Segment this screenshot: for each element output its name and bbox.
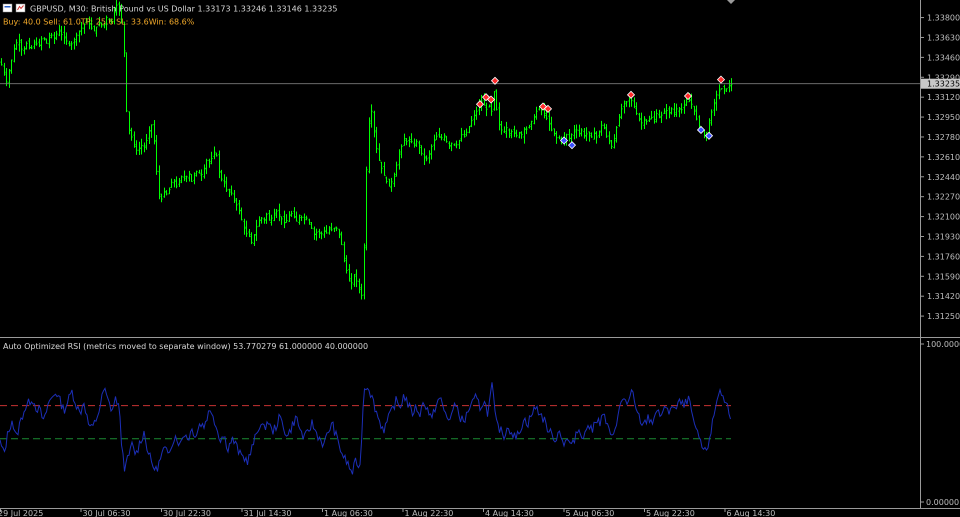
chart-menu-icon[interactable] xyxy=(2,3,13,13)
symbol-header: GBPUSD, M30: British Pound vs US Dollar … xyxy=(2,3,337,14)
time-axis: 29 Jul 2025 30 Jul 06:30 30 Jul 22:30 31 Ju… xyxy=(0,508,775,517)
chart-window[interactable]: GBPUSD, M30: British Pound vs US Dollar … xyxy=(0,0,960,517)
time-tick-label: 29 Jul 2025 xyxy=(0,509,43,517)
price-tick-label: 1.31930 xyxy=(927,232,960,241)
time-tick-label: 30 Jul 06:30 xyxy=(83,509,131,517)
price-tick-label: 1.31590 xyxy=(927,272,960,281)
price-tick-label: 1.31760 xyxy=(927,252,960,261)
current-price-value: 1.33235 xyxy=(927,80,960,89)
indicator-axis: 100.00000 0.00000 xyxy=(920,340,960,507)
price-axis: 1.338001.336301.334601.332901.331201.329… xyxy=(920,14,960,321)
price-tick-label: 1.32100 xyxy=(927,213,960,222)
price-tick-label: 1.32780 xyxy=(927,133,960,142)
price-tick-label: 1.32270 xyxy=(927,193,960,202)
price-tick-label: 1.31250 xyxy=(927,312,960,321)
price-panel[interactable] xyxy=(0,0,920,336)
time-tick-label: 5 Aug 22:30 xyxy=(646,509,695,517)
time-tick-label: 30 Jul 22:30 xyxy=(163,509,211,517)
time-tick-label: 1 Aug 22:30 xyxy=(405,509,454,517)
symbol-label: GBPUSD, M30: British Pound vs US Dollar … xyxy=(30,5,337,14)
price-tick-label: 1.33630 xyxy=(927,33,960,42)
indicator-panel[interactable] xyxy=(0,338,920,508)
time-tick-label: 6 Aug 14:30 xyxy=(727,509,776,517)
price-tick-label: 1.32610 xyxy=(927,153,960,162)
price-tick-label: 1.32950 xyxy=(927,113,960,122)
time-tick-label: 5 Aug 06:30 xyxy=(566,509,615,517)
indicator-tick-label: 100.00000 xyxy=(926,340,960,349)
time-tick-label: 1 Aug 06:30 xyxy=(324,509,373,517)
current-price-badge: 1.33235 xyxy=(921,78,960,89)
price-tick-label: 1.33800 xyxy=(927,14,960,23)
price-tick-label: 1.31420 xyxy=(927,292,960,301)
time-tick-label: 4 Aug 14:30 xyxy=(485,509,534,517)
indicator-title: Auto Optimized RSI (metrics moved to sep… xyxy=(3,342,368,351)
stats-label: Buy: 40.0 Sell: 61.0TP: 25.6 SL: 33.6Win… xyxy=(3,18,195,27)
price-tick-label: 1.33460 xyxy=(927,53,960,62)
indicator-tick-label: 0.00000 xyxy=(926,498,959,507)
price-tick-label: 1.32440 xyxy=(927,173,960,182)
chart-menu-icon-bar xyxy=(4,6,11,8)
time-tick-label: 31 Jul 14:30 xyxy=(244,509,292,517)
price-tick-label: 1.33120 xyxy=(927,93,960,102)
